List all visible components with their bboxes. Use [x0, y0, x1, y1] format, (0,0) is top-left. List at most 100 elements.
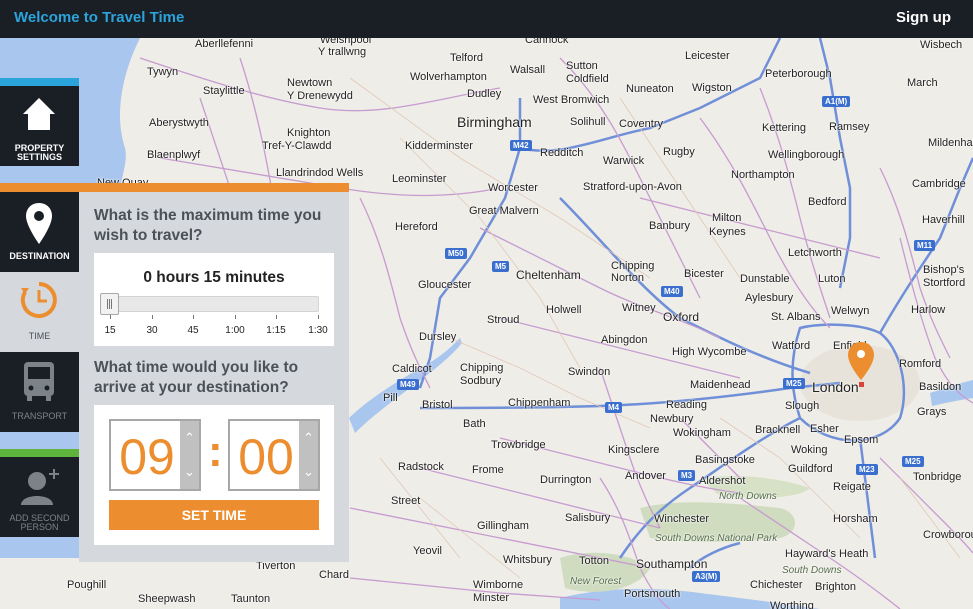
- place-label: Brighton: [815, 581, 856, 593]
- place-label: Newbury: [650, 413, 694, 425]
- nav-transport[interactable]: TRANSPORT: [0, 352, 79, 432]
- place-label: Kidderminster: [405, 140, 473, 152]
- place-label: Cambridge: [912, 178, 966, 190]
- place-label: Norton: [611, 272, 645, 284]
- place-label: Wellingborough: [768, 149, 845, 161]
- place-label: Poughill: [67, 579, 107, 591]
- hours-spinner: ⌃ ⌄: [180, 421, 199, 489]
- place-label: Hayward's Heath: [785, 548, 869, 560]
- place-label: Crowborough: [923, 529, 973, 541]
- slider-tick: [193, 315, 194, 319]
- place-label: Coldfield: [566, 73, 609, 85]
- place-label: Basingstoke: [695, 454, 755, 466]
- duration-readout: 0 hours 15 minutes: [143, 269, 285, 286]
- place-label: Mildenhall: [928, 137, 973, 149]
- nav-property-settings[interactable]: PROPERTY SETTINGS: [0, 86, 79, 166]
- duration-slider-track[interactable]: [100, 296, 319, 312]
- add-person-icon: [21, 469, 59, 505]
- slider-tick-label: 1:00: [225, 325, 245, 336]
- place-label: Harlow: [911, 304, 946, 316]
- place-label: Telford: [450, 52, 484, 64]
- place-label: Leicester: [685, 50, 730, 62]
- nav-label: TIME: [28, 331, 51, 341]
- place-label: Grays: [917, 406, 947, 418]
- location-pin-icon[interactable]: [846, 340, 876, 390]
- minutes-stepper[interactable]: 00 ⌃ ⌄: [228, 419, 320, 491]
- place-label: Bath: [463, 418, 486, 430]
- place-label: Basildon: [919, 381, 962, 393]
- grip-line: [107, 299, 108, 309]
- place-label: Wisbech: [920, 39, 963, 51]
- place-label: Maidenhead: [690, 379, 751, 391]
- place-label: St. Albans: [771, 311, 821, 323]
- slider-tick-label: 1:30: [308, 325, 328, 336]
- place-label: Aberllefenni: [195, 38, 254, 50]
- place-label: Radstock: [398, 461, 444, 473]
- duration-slider-handle[interactable]: [100, 293, 119, 315]
- place-label: Blaenplwyf: [147, 149, 201, 161]
- place-label: South Downs: [782, 565, 842, 576]
- place-label: Welwyn: [831, 305, 870, 317]
- place-label: Romford: [899, 358, 942, 370]
- place-label: Letchworth: [788, 247, 842, 259]
- place-label: West Bromwich: [533, 94, 610, 106]
- slider-tick: [110, 315, 111, 319]
- place-label: Caldicot: [392, 363, 432, 375]
- place-label: Kettering: [762, 122, 807, 134]
- road-shield: M3: [678, 470, 696, 481]
- place-label: Cannock: [525, 38, 569, 46]
- hours-up-button[interactable]: ⌃: [180, 421, 199, 455]
- set-time-button[interactable]: SET TIME: [109, 500, 319, 530]
- place-label: Rugby: [663, 146, 695, 158]
- slider-tick: [318, 315, 319, 319]
- place-label: Aylesbury: [745, 292, 794, 304]
- nav-destination[interactable]: DESTINATION: [0, 192, 79, 272]
- place-label: Minster: [473, 592, 510, 604]
- grip-line: [111, 299, 112, 309]
- place-label: Bicester: [684, 268, 724, 280]
- signup-link[interactable]: Sign up: [896, 9, 951, 26]
- minutes-value[interactable]: 00: [230, 427, 302, 487]
- road-shield: A1(M): [822, 96, 851, 107]
- nav-time[interactable]: TIME: [0, 272, 79, 352]
- place-label: Tywyn: [147, 66, 179, 78]
- place-label: March: [907, 77, 938, 89]
- hours-down-button[interactable]: ⌄: [180, 455, 199, 489]
- place-label: Andover: [625, 470, 666, 482]
- place-label: Y trallwng: [318, 46, 367, 58]
- place-label: Chipping: [611, 260, 655, 272]
- minutes-down-button[interactable]: ⌄: [299, 455, 318, 489]
- nav-label: ADD SECOND PERSON: [9, 513, 70, 532]
- road-shield: M4: [605, 402, 623, 413]
- road-shield: M49: [397, 379, 419, 390]
- place-label: Bedford: [808, 196, 847, 208]
- place-label: Luton: [818, 273, 846, 285]
- place-label: Woking: [791, 444, 828, 456]
- place-label: Kingsclere: [608, 444, 660, 456]
- nav-add-second-person[interactable]: ADD SECOND PERSON: [0, 457, 79, 537]
- hours-value[interactable]: 09: [111, 427, 183, 487]
- brand-title[interactable]: Welcome to Travel Time: [14, 9, 184, 26]
- road-shield: M25: [783, 378, 805, 389]
- place-label: Sodbury: [460, 375, 501, 387]
- hours-stepper[interactable]: 09 ⌃ ⌄: [109, 419, 201, 491]
- place-label: Stortford: [923, 277, 966, 289]
- place-label: Southampton: [636, 557, 708, 571]
- place-label: Redditch: [540, 147, 584, 159]
- place-label: Dursley: [419, 331, 457, 343]
- place-label: Haverhill: [922, 214, 965, 226]
- place-label: Tref-Y-Clawdd: [262, 140, 332, 152]
- road-shield: M50: [445, 248, 467, 259]
- place-label: Dudley: [467, 88, 502, 100]
- minutes-up-button[interactable]: ⌃: [299, 421, 318, 455]
- place-label: Chippenham: [508, 397, 571, 409]
- time-separator: :: [208, 427, 223, 476]
- road-shield: M5: [492, 261, 510, 272]
- place-label: New Forest: [570, 576, 622, 587]
- slider-tick-label: 1:15: [266, 325, 286, 336]
- minutes-spinner: ⌃ ⌄: [299, 421, 318, 489]
- place-label: Whitsbury: [503, 554, 552, 566]
- property-accent-bar: [0, 78, 79, 86]
- slider-tick-label: 30: [146, 325, 158, 336]
- place-label: Staylittle: [203, 85, 245, 97]
